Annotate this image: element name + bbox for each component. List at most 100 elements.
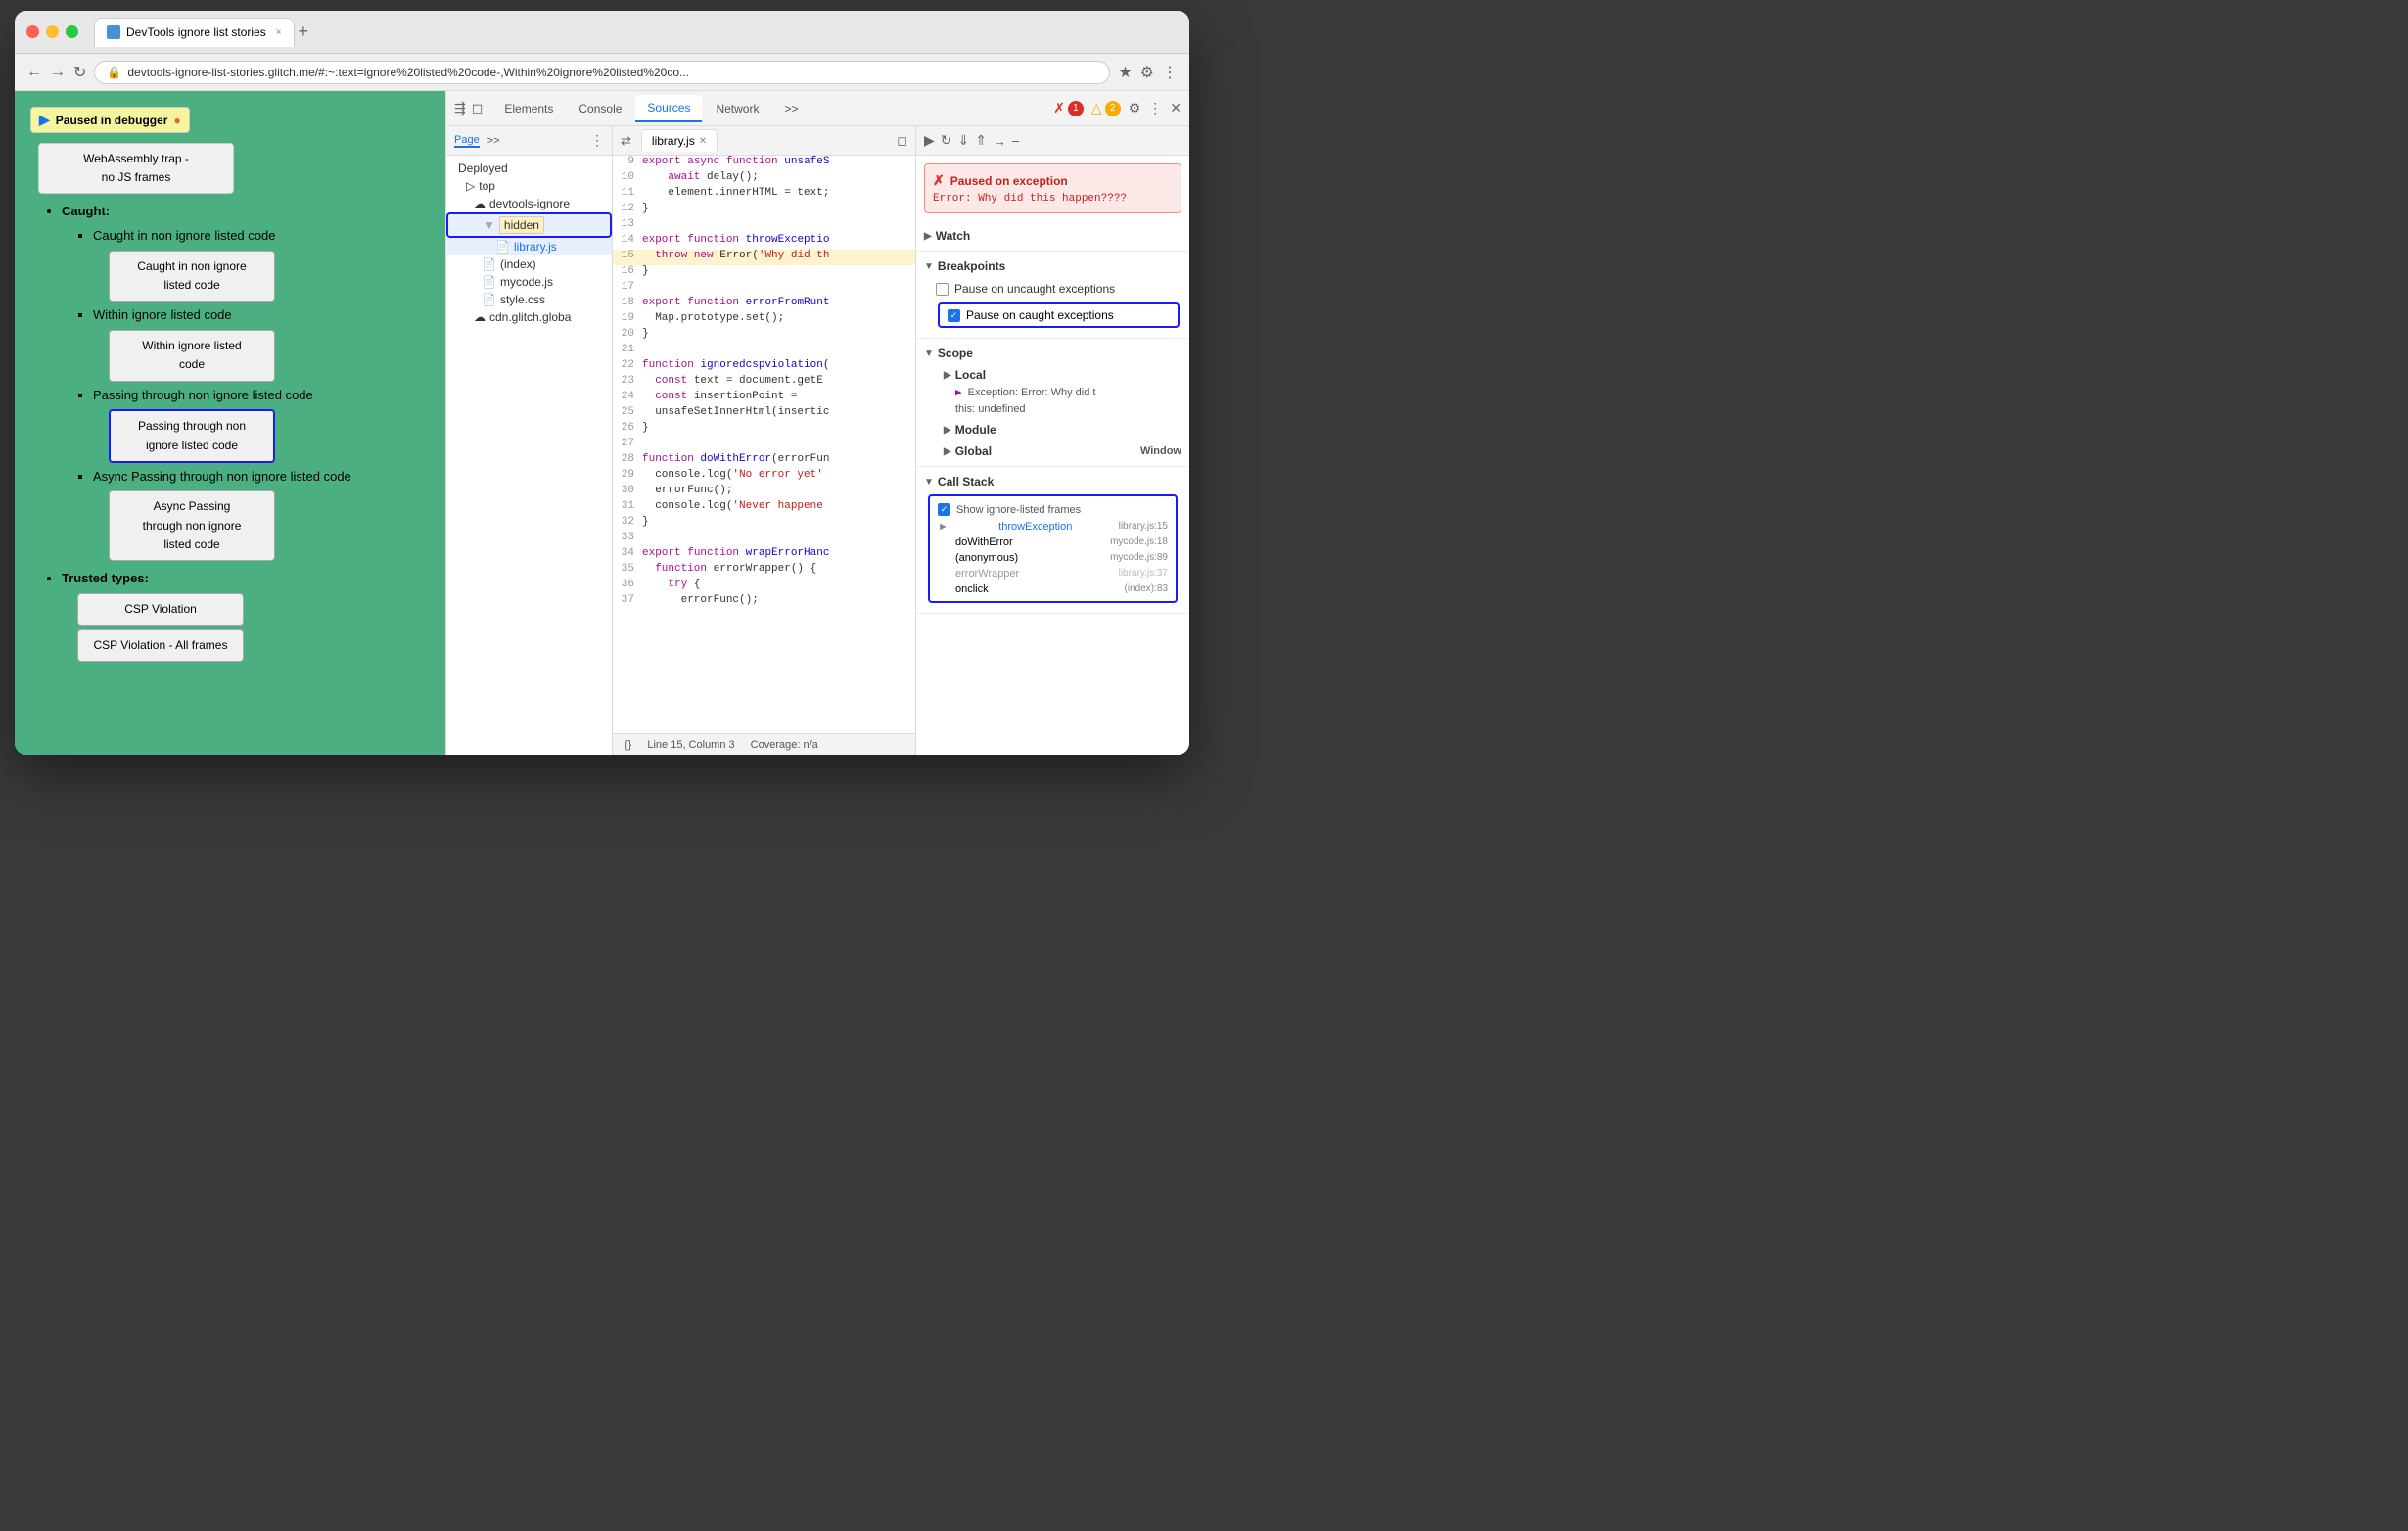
code-line-35: 35 function errorWrapper() { xyxy=(613,563,915,579)
ft-index[interactable]: 📄 (index) xyxy=(446,255,612,273)
src-tab-page[interactable]: Page xyxy=(454,134,480,148)
show-ignored-checkbox[interactable] xyxy=(938,503,950,516)
cs-fn-onclick: onclick xyxy=(938,583,989,595)
more-icon[interactable]: ⋮ xyxy=(1148,100,1162,116)
step-into-icon[interactable]: ⇓ xyxy=(958,132,970,149)
cdn-cloud-icon: ☁ xyxy=(474,310,486,324)
devtools-tabs: ⇶ ◻ Elements Console Sources Network >> … xyxy=(446,91,1189,126)
code-content[interactable]: 9 export async function unsafeS 10 await… xyxy=(613,156,915,733)
active-tab[interactable]: DevTools ignore list stories × xyxy=(94,18,295,47)
cloud-icon: ☁ xyxy=(474,197,486,210)
tab-elements[interactable]: Elements xyxy=(492,96,565,121)
bracket-icon: {} xyxy=(625,739,631,751)
cs-do-with-error[interactable]: doWithError mycode.js:18 xyxy=(934,534,1172,550)
ft-top-label: top xyxy=(479,179,495,193)
async-passing-button[interactable]: Async Passingthrough non ignorelisted co… xyxy=(109,490,275,561)
extensions-button[interactable]: ⚙ xyxy=(1140,63,1154,82)
ft-deployed: Deployed xyxy=(446,160,612,177)
tab-console[interactable]: Console xyxy=(567,96,633,121)
scope-header[interactable]: ▼ Scope xyxy=(924,345,1181,362)
ft-style-label: style.css xyxy=(500,293,545,306)
src-tab-more[interactable]: >> xyxy=(487,135,500,147)
call-stack-header[interactable]: ▼ Call Stack xyxy=(924,473,1181,490)
menu-button[interactable]: ⋮ xyxy=(1162,63,1178,82)
devtools-cursor-icon[interactable]: ⇶ xyxy=(454,100,466,116)
local-label: Local xyxy=(955,368,986,382)
editor-status: {} Line 15, Column 3 Coverage: n/a xyxy=(613,733,915,755)
step-out-icon[interactable]: ⇑ xyxy=(975,132,987,149)
error-count: 1 xyxy=(1068,101,1084,116)
show-ignored-row[interactable]: Show ignore-listed frames xyxy=(934,500,1172,519)
record-icon: ● xyxy=(173,114,180,127)
cs-throw-exception[interactable]: ► throwException library.js:15 xyxy=(934,519,1172,534)
breakpoints-arrow: ▼ xyxy=(924,261,934,272)
ft-hidden-folder[interactable]: ▼ hidden xyxy=(446,212,612,238)
file-tree: Deployed ▷ top ☁ devtools-ignore ▼ xyxy=(446,156,612,755)
sources-sidebar: Page >> ⋮ Deployed ▷ top ☁ xyxy=(446,126,613,755)
csp-violation-all-button[interactable]: CSP Violation - All frames xyxy=(77,629,244,662)
cs-loc-throw: library.js:15 xyxy=(1119,521,1168,533)
editor-tab-close[interactable]: ✕ xyxy=(699,136,707,147)
editor-nav-icon[interactable]: ⇄ xyxy=(621,133,631,149)
code-line-15: 15 throw new Error('Why did th xyxy=(613,250,915,265)
ft-devtools-ignore-label: devtools-ignore xyxy=(489,197,570,210)
new-tab-button[interactable]: + xyxy=(299,22,309,42)
watch-header[interactable]: ▶ Watch xyxy=(924,227,1181,245)
ft-devtools-ignore[interactable]: ☁ devtools-ignore xyxy=(446,195,612,212)
code-line-16: 16 } xyxy=(613,265,915,281)
back-button[interactable]: ← xyxy=(26,64,42,81)
module-header[interactable]: ▶ Module xyxy=(936,421,1181,439)
ft-mycode[interactable]: 📄 mycode.js xyxy=(446,273,612,291)
trusted-types-section: Trusted types: CSP Violation CSP Violati… xyxy=(30,569,430,662)
pause-uncaught-checkbox[interactable] xyxy=(936,283,949,296)
cs-anonymous[interactable]: (anonymous) mycode.js:89 xyxy=(934,550,1172,566)
breakpoints-header[interactable]: ▼ Breakpoints xyxy=(924,257,1181,275)
ft-style[interactable]: 📄 style.css xyxy=(446,291,612,308)
scope-arrow: ▼ xyxy=(924,348,934,359)
step-over-icon[interactable]: ↻ xyxy=(941,132,952,149)
url-box[interactable]: 🔒 devtools-ignore-list-stories.glitch.me… xyxy=(94,61,1110,84)
close-button[interactable] xyxy=(26,25,39,38)
warn-count: 2 xyxy=(1105,101,1121,116)
passing-through-item: Passing through non ignore listed code P… xyxy=(93,386,430,463)
scope-content: ▶ Local ▶ Exception: Error: Why did t th… xyxy=(924,362,1181,460)
exception-var: ▶ Exception: Error: Why did t xyxy=(955,384,1181,401)
within-ignore-button[interactable]: Within ignore listedcode xyxy=(109,330,275,381)
ft-library-js[interactable]: 📄 library.js xyxy=(446,238,612,255)
cs-error-wrapper[interactable]: errorWrapper library.js:37 xyxy=(934,566,1172,581)
tab-sources[interactable]: Sources xyxy=(635,95,702,122)
global-header[interactable]: ▶ Global Window xyxy=(936,442,1181,460)
editor-tab-library[interactable]: library.js ✕ xyxy=(641,129,718,152)
tab-close-button[interactable]: × xyxy=(276,27,282,38)
ft-top[interactable]: ▷ top xyxy=(446,177,612,195)
tab-more[interactable]: >> xyxy=(772,96,810,121)
settings-icon[interactable]: ⚙ xyxy=(1129,100,1141,116)
maximize-button[interactable] xyxy=(66,25,78,38)
cs-fn-do: doWithError xyxy=(938,536,1013,548)
ft-cdn[interactable]: ☁ cdn.glitch.globa xyxy=(446,308,612,326)
tab-network[interactable]: Network xyxy=(704,96,770,121)
csp-violation-button[interactable]: CSP Violation xyxy=(77,593,244,626)
forward-button[interactable]: → xyxy=(50,64,66,81)
devtools-panel: ⇶ ◻ Elements Console Sources Network >> … xyxy=(445,91,1189,755)
pause-caught-item[interactable]: Pause on caught exceptions xyxy=(938,302,1180,328)
pause-caught-checkbox[interactable] xyxy=(948,309,960,322)
folder-open-icon: ▼ xyxy=(484,218,495,232)
call-stack-box: Show ignore-listed frames ► throwExcepti… xyxy=(928,494,1178,603)
resume-icon[interactable]: ▶ xyxy=(924,132,935,149)
deactivate-icon[interactable]: ⎯ xyxy=(1012,132,1019,149)
step-icon[interactable]: → xyxy=(993,133,1006,149)
close-devtools-icon[interactable]: ✕ xyxy=(1170,100,1181,116)
local-header[interactable]: ▶ Local xyxy=(936,366,1181,384)
devtools-inspect-icon[interactable]: ◻ xyxy=(472,100,484,116)
bookmark-button[interactable]: ★ xyxy=(1118,63,1132,82)
minimize-button[interactable] xyxy=(46,25,59,38)
exception-message: Error: Why did this happen???? xyxy=(933,193,1173,205)
passing-through-button[interactable]: Passing through nonignore listed code xyxy=(109,409,275,462)
reload-button[interactable]: ↻ xyxy=(73,63,86,82)
caught-non-ignore-button[interactable]: Caught in non ignorelisted code xyxy=(109,251,275,302)
editor-toggle-icon[interactable]: ◻ xyxy=(897,133,907,149)
code-editor: ⇄ library.js ✕ ◻ 9 export async function… xyxy=(613,126,915,755)
src-sidebar-toggle[interactable]: ⋮ xyxy=(590,132,604,149)
cs-onclick[interactable]: onclick (index):83 xyxy=(934,581,1172,597)
